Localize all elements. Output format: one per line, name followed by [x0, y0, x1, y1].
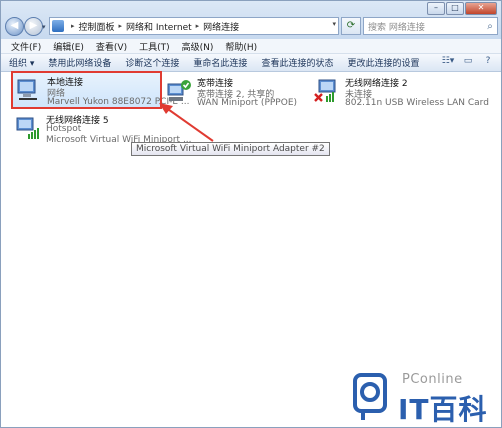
diagnose-button[interactable]: 诊断这个连接 — [125, 56, 179, 69]
title-bar: – □ ✕ ◀ ▶ ▾ ▸ 控制面板 ▸ 网络和 Internet ▸ 网络连接… — [1, 1, 501, 39]
breadcrumb-arrow-icon: ▸ — [118, 22, 123, 30]
view-status-button[interactable]: 查看此连接的状态 — [261, 56, 333, 69]
watermark: PConline IT百科 — [346, 368, 501, 426]
breadcrumb-control-panel[interactable]: 控制面板 — [79, 20, 115, 33]
breadcrumb-network-connections[interactable]: 网络连接 — [203, 20, 239, 33]
wireless-network-icon — [16, 117, 39, 139]
menu-view[interactable]: 查看(V) — [96, 40, 127, 53]
maximize-button[interactable]: □ — [446, 2, 464, 15]
refresh-button[interactable]: ⟳ — [341, 17, 361, 35]
menu-help[interactable]: 帮助(H) — [225, 40, 257, 53]
menu-file[interactable]: 文件(F) — [11, 40, 41, 53]
forward-button[interactable]: ▶ — [24, 17, 43, 36]
disable-device-button[interactable]: 禁用此网络设备 — [48, 56, 111, 69]
back-button[interactable]: ◀ — [5, 17, 24, 36]
wireless-disconnected-icon — [314, 79, 336, 102]
menu-bar: 文件(F) 编辑(E) 查看(V) 工具(T) 高级(N) 帮助(H) — [1, 39, 501, 54]
breadcrumb-network-internet[interactable]: 网络和 Internet — [126, 20, 192, 33]
minimize-button[interactable]: – — [427, 2, 445, 15]
close-button[interactable]: ✕ — [465, 2, 497, 15]
control-panel-icon — [52, 20, 64, 32]
preview-pane-icon[interactable]: ▭ — [461, 56, 475, 68]
search-input[interactable]: 搜索 网络连接 — [368, 20, 483, 33]
search-icon[interactable]: ⌕ — [483, 21, 497, 32]
command-bar: 组织 ▾ 禁用此网络设备 诊断这个连接 重命名此连接 查看此连接的状态 更改此连… — [1, 54, 501, 72]
connection-device: 802.11n USB Wireless LAN Card — [345, 98, 489, 108]
menu-advanced[interactable]: 高级(N) — [182, 40, 214, 53]
address-dropdown-icon[interactable]: ▾ — [332, 20, 336, 28]
explorer-window: – □ ✕ ◀ ▶ ▾ ▸ 控制面板 ▸ 网络和 Internet ▸ 网络连接… — [0, 0, 502, 428]
change-view-icon[interactable]: ☷▾ — [441, 56, 455, 68]
menu-edit[interactable]: 编辑(E) — [53, 40, 84, 53]
watermark-name: IT百科 — [398, 393, 488, 426]
breadcrumb-arrow-icon: ▸ — [71, 22, 75, 30]
rename-button[interactable]: 重命名此连接 — [193, 56, 247, 69]
change-settings-button[interactable]: 更改此连接的设置 — [347, 56, 419, 69]
connection-item-wireless-5[interactable]: 无线网络连接 5 Hotspot Microsoft Virtual WiFi … — [12, 111, 192, 145]
menu-tools[interactable]: 工具(T) — [139, 40, 170, 53]
view-tools: ☷▾ ▭ ? — [435, 56, 495, 68]
pconline-logo-icon — [353, 373, 387, 420]
connection-item-wireless-2[interactable]: 无线网络连接 2 未连接 802.11n USB Wireless LAN Ca… — [311, 74, 489, 108]
connection-status: Hotspot — [46, 124, 82, 134]
watermark-brand: PConline — [402, 372, 463, 387]
search-box[interactable]: 搜索 网络连接 ⌕ — [363, 17, 498, 35]
window-controls: – □ ✕ — [426, 2, 497, 15]
organize-button[interactable]: 组织 ▾ — [9, 56, 34, 69]
help-icon[interactable]: ? — [481, 56, 495, 68]
recent-pages-dropdown[interactable]: ▾ — [42, 23, 46, 31]
address-bar[interactable]: ▸ 控制面板 ▸ 网络和 Internet ▸ 网络连接 ▾ — [49, 17, 339, 35]
highlight-box — [11, 71, 162, 109]
device-tooltip: Microsoft Virtual WiFi Miniport Adapter … — [131, 142, 330, 156]
breadcrumb-arrow-icon: ▸ — [195, 22, 200, 30]
